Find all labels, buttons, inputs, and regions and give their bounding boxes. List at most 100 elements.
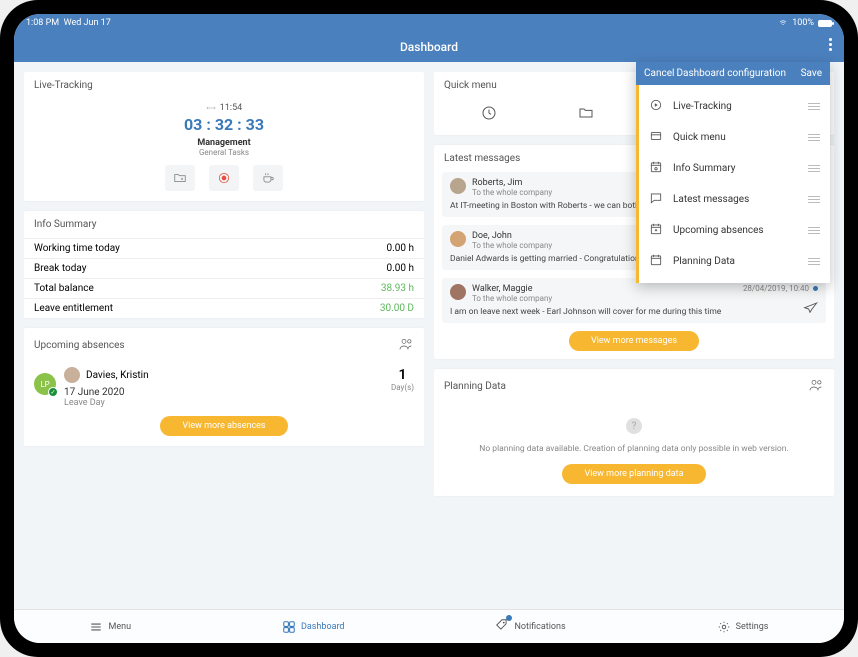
more-messages-button[interactable]: View more messages [569, 331, 699, 351]
avatar [450, 231, 466, 247]
folder-button[interactable] [165, 165, 195, 191]
config-row[interactable]: Latest messages [639, 184, 830, 215]
info-summary-header: Info Summary [24, 211, 424, 238]
live-tracking-header: Live-Tracking [24, 72, 424, 99]
config-row[interactable]: Info Summary [639, 153, 830, 184]
battery-icon [818, 20, 832, 27]
live-tracking-timer: 03 : 32 : 33 [24, 115, 424, 134]
info-row: Working time today 0.00 h [24, 238, 424, 258]
absence-row[interactable]: LP ✓ Davies, Kristin 17 June 2020 Leave … [34, 367, 414, 408]
live-tracking-clock: 11:54 [24, 103, 424, 113]
config-row-label: Latest messages [673, 194, 749, 205]
nav-notifications[interactable]: Notifications [495, 618, 565, 635]
nav-settings[interactable]: Settings [717, 620, 769, 634]
more-planning-button[interactable]: View more planning data [562, 464, 705, 484]
config-row[interactable]: Planning Data [639, 246, 830, 277]
message-sender: Roberts, Jim [472, 178, 552, 188]
unread-dot-icon [813, 286, 818, 291]
tablet-frame: 1:08 PM Wed Jun 17 100% Dashboard Live-T… [0, 0, 858, 657]
info-row: Leave entitlement 30.00 D [24, 298, 424, 318]
info-label: Break today [34, 263, 86, 274]
arrows-icon [206, 104, 216, 112]
drag-handle-icon[interactable] [808, 103, 820, 110]
config-row-icon [649, 222, 663, 239]
message-recipient: To the whole company [472, 241, 552, 250]
coffee-icon [261, 171, 275, 185]
info-row: Total balance38.93 h [24, 278, 424, 298]
record-icon [217, 171, 231, 185]
absence-type: Leave Day [64, 398, 383, 408]
drag-handle-icon[interactable] [808, 258, 820, 265]
reply-icon[interactable] [802, 298, 818, 317]
menu-dots-button[interactable] [829, 38, 832, 51]
upcoming-absences-header: Upcoming absences [34, 340, 125, 351]
info-label: Working time today [34, 243, 120, 254]
drag-handle-icon[interactable] [808, 227, 820, 234]
config-row[interactable]: Quick menu [639, 122, 830, 153]
config-cancel-button[interactable]: Cancel [644, 68, 674, 79]
status-right: 100% [778, 18, 832, 28]
config-row[interactable]: Live-Tracking [639, 91, 830, 122]
drag-handle-icon[interactable] [808, 134, 820, 141]
live-tracking-task: Management [24, 138, 424, 148]
config-row-label: Quick menu [673, 132, 726, 143]
app-topbar: Dashboard [14, 32, 844, 62]
message-text: I am on leave next week - Earl Johnson w… [450, 307, 818, 317]
break-button[interactable] [253, 165, 283, 191]
screen: 1:08 PM Wed Jun 17 100% Dashboard Live-T… [14, 14, 844, 643]
config-row-label: Info Summary [673, 163, 736, 174]
nav-dashboard[interactable]: Dashboard [282, 620, 345, 634]
info-summary-card: Info Summary Working time today0.00 hBre… [24, 211, 424, 318]
record-button[interactable] [209, 165, 239, 191]
avatar [64, 367, 80, 383]
drag-handle-icon[interactable] [808, 165, 820, 172]
config-row-icon [649, 160, 663, 177]
nav-menu[interactable]: Menu [89, 620, 131, 634]
tag-icon [495, 618, 509, 635]
info-label: Leave entitlement [34, 303, 113, 314]
absence-count: 1 [391, 367, 414, 383]
config-row[interactable]: Upcoming absences [639, 215, 830, 246]
folder-quick-button[interactable] [578, 105, 594, 125]
people-icon[interactable] [808, 377, 824, 396]
clock-quick-button[interactable] [481, 105, 497, 125]
absence-badge: LP ✓ [34, 373, 56, 395]
status-bar: 1:08 PM Wed Jun 17 100% [14, 14, 844, 32]
info-value: 0.00 h [387, 263, 415, 274]
dashboard-config-popup: Cancel Dashboard configuration Save Live… [636, 62, 830, 283]
gear-icon [717, 620, 731, 634]
absence-date: 17 June 2020 [64, 387, 383, 398]
info-icon: ? [626, 418, 642, 434]
config-row-label: Planning Data [673, 256, 735, 267]
info-value: 0.00 h [387, 243, 415, 254]
check-icon: ✓ [48, 387, 58, 397]
config-row-icon [649, 129, 663, 146]
more-absences-button[interactable]: View more absences [160, 416, 287, 436]
message-recipient: To the whole company [472, 188, 552, 197]
absence-count-label: Day(s) [391, 383, 414, 392]
config-row-label: Live-Tracking [673, 101, 732, 112]
message-sender: Doe, John [472, 231, 552, 241]
config-title: Dashboard configuration [674, 68, 800, 79]
people-icon[interactable] [398, 336, 414, 355]
config-row-label: Upcoming absences [673, 225, 764, 236]
message-meta: 28/04/2019, 10:40 [743, 284, 818, 293]
folder-icon [173, 171, 187, 185]
config-save-button[interactable]: Save [801, 68, 822, 79]
avatar [450, 178, 466, 194]
info-value: 38.93 h [381, 283, 414, 294]
dashboard-icon [282, 620, 296, 634]
absence-name: Davies, Kristin [86, 370, 149, 381]
config-row-icon [649, 98, 663, 115]
page-title: Dashboard [400, 40, 458, 54]
message-sender: Walker, Maggie [472, 284, 552, 294]
drag-handle-icon[interactable] [808, 196, 820, 203]
wifi-icon [778, 19, 788, 27]
config-row-icon [649, 253, 663, 270]
info-row: Break today 0.00 h [24, 258, 424, 278]
info-value: 30.00 D [380, 303, 414, 314]
message-item[interactable]: Walker, Maggie To the whole company 28/0… [442, 278, 826, 323]
planning-empty-text: No planning data available. Creation of … [444, 444, 824, 454]
status-time: 1:08 PM Wed Jun 17 [26, 18, 111, 28]
upcoming-absences-card: Upcoming absences LP ✓ [24, 328, 424, 446]
